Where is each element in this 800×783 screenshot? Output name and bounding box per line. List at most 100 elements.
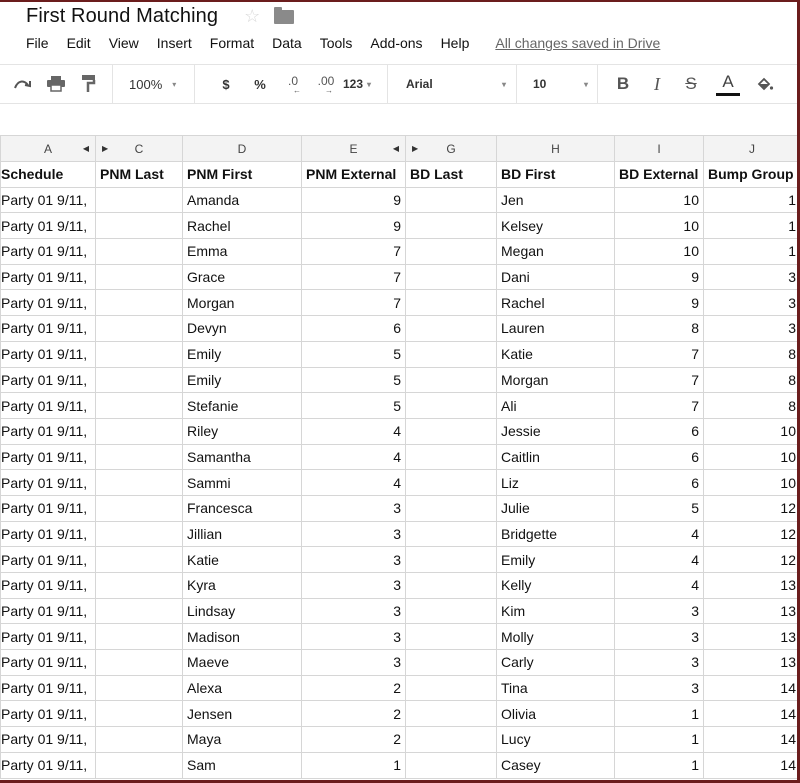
- cell-bump-group[interactable]: 8: [703, 366, 800, 394]
- expand-right-icon[interactable]: ▶: [102, 144, 108, 153]
- cell-bump-group[interactable]: 10: [703, 417, 800, 445]
- menu-insert[interactable]: Insert: [157, 35, 192, 51]
- document-title[interactable]: First Round Matching: [26, 5, 218, 28]
- cell-bd-first[interactable]: Bridgette: [496, 520, 615, 548]
- save-status-link[interactable]: All changes saved in Drive: [495, 35, 660, 51]
- cell-bd-last[interactable]: [405, 443, 497, 471]
- cell-schedule[interactable]: Party 01 9/11,: [0, 417, 96, 445]
- cell-pnm-external[interactable]: 2: [301, 674, 406, 702]
- cell-bd-first[interactable]: Casey: [496, 751, 615, 779]
- cell-schedule[interactable]: Party 01 9/11,: [0, 597, 96, 625]
- cell-schedule[interactable]: Party 01 9/11,: [0, 674, 96, 702]
- cell-pnm-external[interactable]: 7: [301, 238, 406, 265]
- cell-bd-external[interactable]: 9: [614, 289, 704, 317]
- cell-pnm-external[interactable]: 7: [301, 263, 406, 291]
- cell-schedule[interactable]: Party 01 9/11,: [0, 238, 96, 265]
- more-formats-dropdown[interactable]: 123 ▾: [343, 65, 371, 103]
- cell-bd-last[interactable]: [405, 212, 497, 240]
- cell-pnm-first[interactable]: Kyra: [182, 572, 302, 599]
- cell-bd-first[interactable]: Dani: [496, 263, 615, 291]
- cell-pnm-last[interactable]: [95, 443, 183, 471]
- cell-bd-first[interactable]: Olivia: [496, 700, 615, 728]
- cell-pnm-last[interactable]: [95, 674, 183, 702]
- cell-bd-external[interactable]: 1: [614, 726, 704, 753]
- cell-bump-group[interactable]: 3: [703, 289, 800, 317]
- column-header-g[interactable]: ▶ G: [405, 135, 497, 162]
- cell-pnm-external[interactable]: 2: [301, 726, 406, 753]
- cell-pnm-last[interactable]: [95, 315, 183, 342]
- cell-pnm-last[interactable]: [95, 238, 183, 265]
- cell-pnm-external[interactable]: 7: [301, 289, 406, 317]
- cell-schedule[interactable]: Party 01 9/11,: [0, 289, 96, 317]
- cell-bd-external[interactable]: 1: [614, 700, 704, 728]
- cell-bd-last[interactable]: [405, 315, 497, 342]
- cell-bd-first[interactable]: Jessie: [496, 417, 615, 445]
- column-header-e[interactable]: E ◀: [301, 135, 406, 162]
- cell-bd-external[interactable]: 5: [614, 494, 704, 522]
- cell-pnm-first[interactable]: Morgan: [182, 289, 302, 317]
- strikethrough-button[interactable]: S: [674, 65, 708, 103]
- cell-pnm-first[interactable]: Jensen: [182, 700, 302, 728]
- cell-bd-first[interactable]: Kim: [496, 597, 615, 625]
- cell-pnm-external[interactable]: 9: [301, 212, 406, 240]
- cell-bd-first[interactable]: Morgan: [496, 366, 615, 394]
- italic-button[interactable]: I: [640, 65, 674, 103]
- cell-pnm-first[interactable]: Sammi: [182, 469, 302, 496]
- cell-bd-first[interactable]: Carly: [496, 649, 615, 676]
- cell-bump-group[interactable]: 14: [703, 726, 800, 753]
- cell-bd-external[interactable]: 6: [614, 443, 704, 471]
- cell-pnm-external[interactable]: 3: [301, 546, 406, 573]
- cell-bump-group[interactable]: 13: [703, 623, 800, 651]
- cell-pnm-external[interactable]: 3: [301, 572, 406, 599]
- cell-bd-first[interactable]: Tina: [496, 674, 615, 702]
- menu-file[interactable]: File: [26, 35, 49, 51]
- cell-bd-last[interactable]: [405, 572, 497, 599]
- cell-pnm-external[interactable]: 4: [301, 469, 406, 496]
- cell-pnm-external[interactable]: 5: [301, 392, 406, 419]
- cell-pnm-last[interactable]: [95, 212, 183, 240]
- font-size-dropdown[interactable]: 10 ▾: [533, 65, 588, 103]
- cell-bd-last[interactable]: [405, 649, 497, 676]
- cell-bump-group[interactable]: 13: [703, 649, 800, 676]
- cell-bd-first[interactable]: Rachel: [496, 289, 615, 317]
- bold-button[interactable]: B: [606, 65, 640, 103]
- cell-bump-group[interactable]: 14: [703, 700, 800, 728]
- cell-pnm-external[interactable]: 3: [301, 623, 406, 651]
- cell-bump-group[interactable]: 13: [703, 572, 800, 599]
- cell-bd-last[interactable]: [405, 263, 497, 291]
- cell-pnm-last[interactable]: [95, 289, 183, 317]
- cell-bump-group[interactable]: 12: [703, 494, 800, 522]
- currency-format-button[interactable]: $: [209, 65, 243, 103]
- paint-format-icon[interactable]: [74, 65, 104, 103]
- cell-bd-external[interactable]: 10: [614, 238, 704, 265]
- cell-bd-external[interactable]: 7: [614, 392, 704, 419]
- cell-schedule[interactable]: Party 01 9/11,: [0, 623, 96, 651]
- column-header-d[interactable]: D: [182, 135, 302, 162]
- cell-pnm-last[interactable]: [95, 597, 183, 625]
- cell-bd-last[interactable]: [405, 674, 497, 702]
- cell-pnm-first[interactable]: Riley: [182, 417, 302, 445]
- cell-pnm-first[interactable]: Emily: [182, 340, 302, 368]
- percent-format-button[interactable]: %: [243, 65, 277, 103]
- cell-bd-last[interactable]: [405, 289, 497, 317]
- cell-pnm-external[interactable]: 4: [301, 443, 406, 471]
- cell-pnm-last[interactable]: [95, 263, 183, 291]
- cell-pnm-first[interactable]: Emma: [182, 238, 302, 265]
- cell-pnm-external[interactable]: 9: [301, 186, 406, 214]
- cell-bd-external[interactable]: 3: [614, 623, 704, 651]
- cell-bd-external[interactable]: 4: [614, 546, 704, 573]
- cell-pnm-first[interactable]: Jillian: [182, 520, 302, 548]
- cell-bump-group[interactable]: 8: [703, 392, 800, 419]
- fill-color-icon[interactable]: [748, 65, 782, 103]
- header-cell-bump-group[interactable]: Bump Group: [703, 161, 800, 188]
- cell-bump-group[interactable]: 1: [703, 186, 800, 214]
- cell-bd-first[interactable]: Lauren: [496, 315, 615, 342]
- cell-bd-last[interactable]: [405, 392, 497, 419]
- cell-bd-external[interactable]: 7: [614, 340, 704, 368]
- cell-bd-external[interactable]: 6: [614, 417, 704, 445]
- cell-schedule[interactable]: Party 01 9/11,: [0, 572, 96, 599]
- cell-bd-external[interactable]: 3: [614, 674, 704, 702]
- cell-pnm-external[interactable]: 4: [301, 417, 406, 445]
- cell-bd-first[interactable]: Jen: [496, 186, 615, 214]
- menu-format[interactable]: Format: [210, 35, 254, 51]
